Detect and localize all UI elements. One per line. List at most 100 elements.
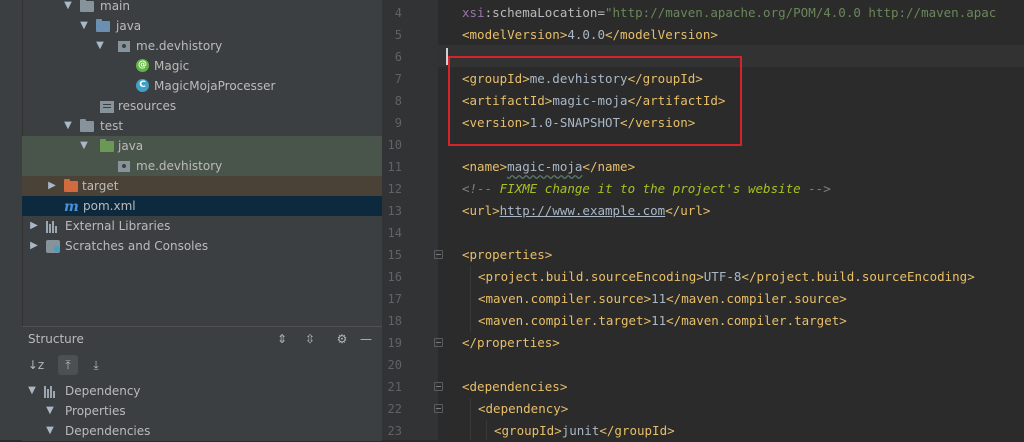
chevron-right-icon[interactable]: ▶ xyxy=(28,216,40,236)
project-tool-window: ▼ main ▼ java ▼ me.devhistory @ Magic C … xyxy=(0,0,382,441)
source-folder-icon xyxy=(96,19,110,33)
xml-text: 11 xyxy=(651,313,667,328)
tree-item-label: Magic xyxy=(154,59,190,73)
tree-item-label: test xyxy=(100,119,124,133)
line-number: 12 xyxy=(387,182,402,196)
tree-item-test[interactable]: ▼ test xyxy=(22,116,382,136)
chevron-down-icon[interactable]: ▼ xyxy=(94,36,106,56)
minimize-icon[interactable]: — xyxy=(358,331,374,347)
collapse-all-icon[interactable]: ⇳ xyxy=(302,331,318,347)
chevron-down-icon[interactable]: ▼ xyxy=(44,401,56,421)
tree-item-label: java xyxy=(116,19,142,33)
code-line-19: </properties> xyxy=(462,332,560,354)
fold-toggle-icon[interactable] xyxy=(434,338,443,347)
chevron-down-icon[interactable]: ▼ xyxy=(62,0,74,16)
structure-toolbar: ↓z ⤒ ⤓ xyxy=(22,353,382,377)
sort-alpha-icon[interactable]: ↓z xyxy=(26,355,46,375)
tree-item-target[interactable]: ▶ target xyxy=(22,176,382,196)
code-line-12: <!-- FIXME change it to the project's we… xyxy=(462,178,831,200)
xml-text: UTF-8 xyxy=(703,269,742,284)
expand-all-icon[interactable]: ⇕ xyxy=(274,331,290,347)
xml-text: magic-moja xyxy=(507,159,583,174)
tree-item-magic-moja-processer[interactable]: C MagicMojaProcesser xyxy=(22,76,382,96)
xml-close-tag: </modelVersion> xyxy=(605,27,718,42)
chevron-down-icon[interactable]: ▼ xyxy=(44,421,56,441)
xml-attribute-value: "http://maven.apache.org/POM/4.0.0 http:… xyxy=(605,5,997,20)
scratches-icon xyxy=(46,239,60,253)
line-number: 16 xyxy=(387,270,402,284)
tree-item-main[interactable]: ▼ main xyxy=(22,0,382,16)
xml-close-tag: </maven.compiler.source> xyxy=(666,291,847,306)
project-tree: ▼ main ▼ java ▼ me.devhistory @ Magic C … xyxy=(22,0,382,318)
chevron-down-icon[interactable]: ▼ xyxy=(78,16,90,36)
indent-guide xyxy=(486,420,487,440)
fold-toggle-icon[interactable] xyxy=(434,404,443,413)
line-number: 6 xyxy=(394,50,402,64)
fold-toggle-icon[interactable] xyxy=(434,382,443,391)
line-number: 10 xyxy=(387,138,402,152)
structure-item-dependencies[interactable]: ▼ Dependencies xyxy=(22,421,382,441)
tree-item-magic[interactable]: @ Magic xyxy=(22,56,382,76)
xml-close-tag: </project.build.sourceEncoding> xyxy=(741,269,975,284)
tree-item-label: MagicMojaProcesser xyxy=(154,79,276,93)
fold-toggle-icon[interactable] xyxy=(434,250,443,259)
code-line-22: <dependency> xyxy=(478,398,568,420)
tree-item-scratches[interactable]: ▶ Scratches and Consoles xyxy=(22,236,382,256)
tree-item-label: me.devhistory xyxy=(136,39,223,53)
structure-item-label: Dependencies xyxy=(65,424,151,438)
chevron-down-icon[interactable]: ▼ xyxy=(26,381,38,401)
maven-icon: m xyxy=(64,199,79,215)
ide-window: ▼ main ▼ java ▼ me.devhistory @ Magic C … xyxy=(0,0,1024,441)
chevron-right-icon[interactable]: ▶ xyxy=(46,176,58,196)
tree-item-java[interactable]: ▼ java xyxy=(22,16,382,36)
code-line-15: <properties> xyxy=(462,244,552,266)
tree-item-pom[interactable]: m pom.xml xyxy=(22,196,382,216)
show-inherited-icon[interactable]: ⤒ xyxy=(58,355,78,375)
xml-namespace: xsi xyxy=(462,5,485,20)
chevron-down-icon[interactable]: ▼ xyxy=(62,116,74,136)
code-line-13: <url>http://www.example.com</url> xyxy=(462,200,710,222)
folder-icon xyxy=(80,119,94,133)
line-number: 5 xyxy=(394,28,402,42)
autoscroll-icon[interactable]: ⤓ xyxy=(86,355,106,375)
line-number: 21 xyxy=(387,380,402,394)
tree-item-label: main xyxy=(100,0,130,13)
line-number: 18 xyxy=(387,314,402,328)
xml-close-tag: </maven.compiler.target> xyxy=(666,313,847,328)
xml-open-tag: <dependencies> xyxy=(462,379,568,394)
excluded-folder-icon xyxy=(64,179,78,193)
line-number: 8 xyxy=(394,94,402,108)
structure-item-properties[interactable]: ▼ Properties xyxy=(22,401,382,421)
structure-panel: Structure ⇕ ⇳ ⚙ — ↓z ⤒ ⤓ ▼ Dependency ▼ … xyxy=(22,326,382,441)
test-folder-icon xyxy=(100,139,114,153)
code-line-18: <maven.compiler.target>11</maven.compile… xyxy=(478,310,847,332)
structure-item-label: Dependency xyxy=(65,384,141,398)
line-number: 4 xyxy=(394,6,402,20)
tree-item-label: resources xyxy=(118,99,177,113)
structure-item-dependency[interactable]: ▼ Dependency xyxy=(22,381,382,401)
xml-close-tag: </properties> xyxy=(462,335,560,350)
folder-icon xyxy=(80,0,94,13)
tree-item-resources[interactable]: resources xyxy=(22,96,382,116)
xml-close-tag: </groupId> xyxy=(599,423,675,438)
tree-item-external-libraries[interactable]: ▶ External Libraries xyxy=(22,216,382,236)
structure-header: Structure ⇕ ⇳ ⚙ — xyxy=(22,327,382,351)
indent-guide xyxy=(470,398,471,440)
code-line-5: <modelVersion>4.0.0</modelVersion> xyxy=(462,24,718,46)
gear-icon[interactable]: ⚙ xyxy=(334,331,350,347)
xml-text: junit xyxy=(561,423,600,438)
chevron-right-icon[interactable]: ▶ xyxy=(28,236,40,256)
xml-attribute: :schemaLocation= xyxy=(484,5,605,20)
tree-item-test-java[interactable]: ▼ java xyxy=(22,136,382,156)
structure-title: Structure xyxy=(28,332,84,346)
tree-item-package[interactable]: ▼ me.devhistory xyxy=(22,36,382,56)
line-number: 11 xyxy=(387,160,402,174)
structure-item-label: Properties xyxy=(65,404,126,418)
xml-url-link[interactable]: http://www.example.com xyxy=(500,203,666,218)
tree-item-test-package[interactable]: me.devhistory xyxy=(22,156,382,176)
tree-item-label: java xyxy=(118,139,144,153)
code-line-11: <name>magic-moja</name> xyxy=(462,156,635,178)
chevron-down-icon[interactable]: ▼ xyxy=(78,136,90,156)
tree-item-label: Scratches and Consoles xyxy=(65,239,209,253)
spring-class-icon: @ xyxy=(136,59,149,72)
